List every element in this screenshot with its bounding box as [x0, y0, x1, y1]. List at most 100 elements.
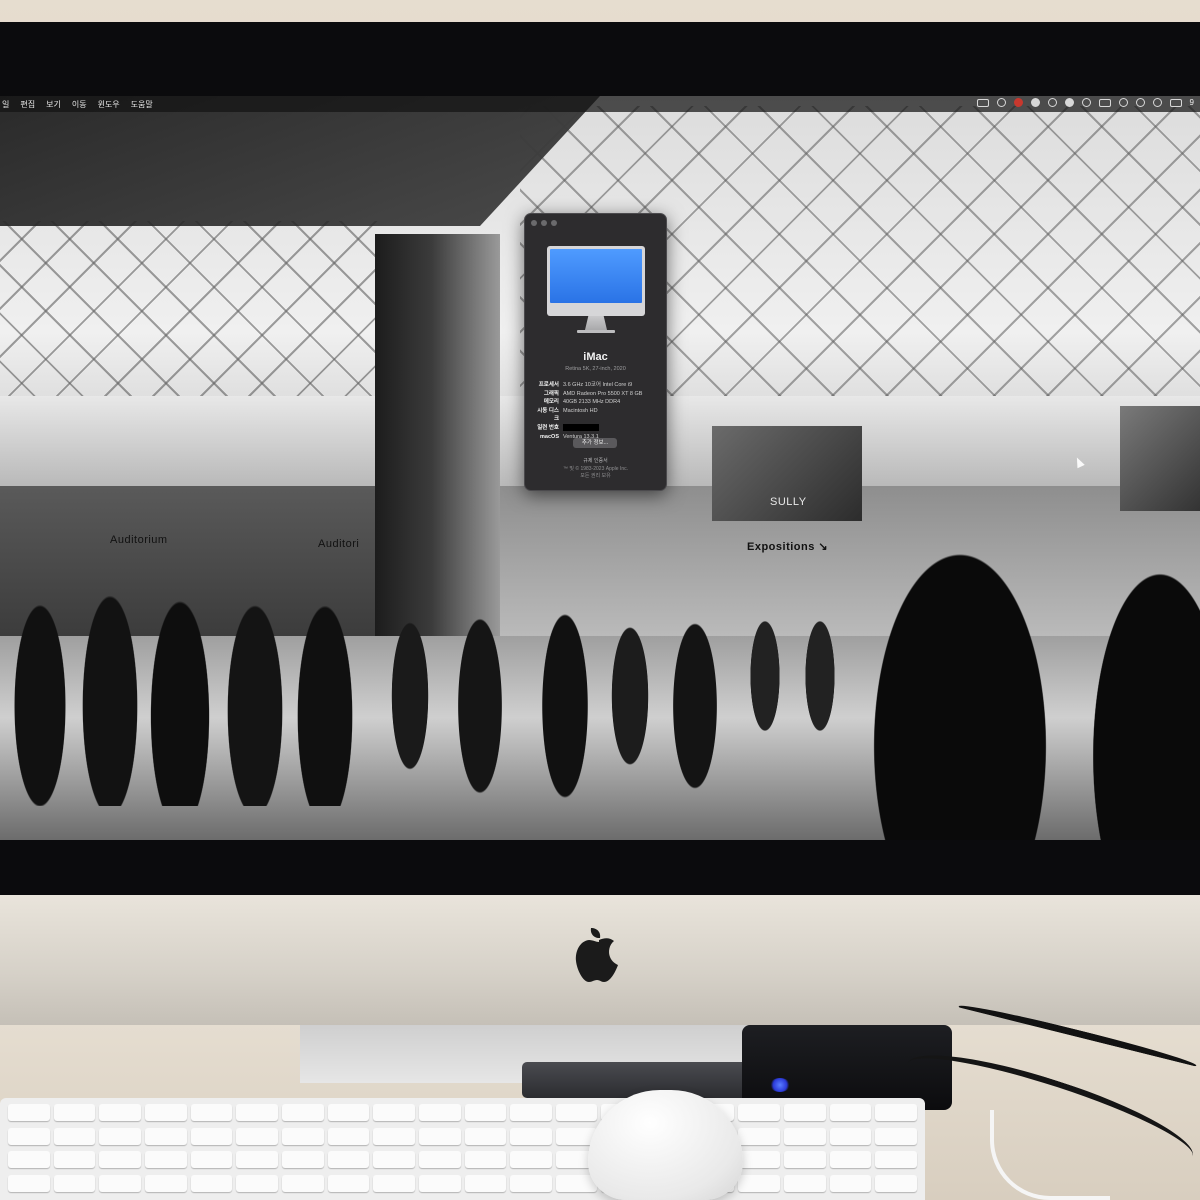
keyboard-key: [99, 1174, 141, 1192]
keyboard-key: [190, 1174, 233, 1192]
keyboard-key: [53, 1104, 96, 1121]
keyboard-key: [510, 1174, 552, 1192]
wallpaper-label-expositions: Expositions ↘: [747, 541, 829, 553]
blue-led-icon: [770, 1078, 790, 1092]
wallpaper-foreground-silhouette: [860, 526, 1200, 840]
wallpaper-statue-banner: [1120, 406, 1200, 511]
imac-icon-stand: [585, 316, 607, 330]
minimize-button[interactable]: [541, 220, 547, 226]
keyboard-key: [464, 1151, 507, 1168]
keyboard-key: [327, 1151, 370, 1168]
window-controls: [531, 220, 557, 226]
search-icon[interactable]: [1152, 98, 1162, 107]
control-center-icon[interactable]: [1169, 98, 1182, 107]
keyboard-key: [327, 1104, 370, 1121]
close-button[interactable]: [531, 220, 537, 226]
keyboard-key: [418, 1151, 461, 1168]
record-icon[interactable]: [976, 98, 989, 107]
imac-icon-foot: [577, 330, 615, 333]
model-name: iMac: [583, 351, 608, 363]
keyboard-key: [144, 1151, 187, 1168]
spec-row-startup-disk: 시동 디스크 Macintosh HD: [533, 407, 663, 424]
copyright-line1: ™ 및 © 1983-2023 Apple Inc.: [563, 466, 628, 472]
keyboard-key: [281, 1174, 324, 1192]
model-subtitle: Retina 5K, 27-inch, 2020: [565, 366, 626, 372]
keyboard-key: [53, 1174, 96, 1192]
keyboard-key: [464, 1104, 507, 1121]
spec-row-memory: 메모리 40GB 2133 MHz DDR4: [533, 398, 663, 407]
keyboard-key: [144, 1127, 187, 1145]
copyright-line2: 모든 권리 보유: [580, 473, 611, 479]
keyboard-key: [738, 1174, 781, 1192]
nav-icon[interactable]: [1047, 98, 1057, 107]
keyboard-key: [99, 1104, 141, 1121]
keyboard-key: [190, 1104, 233, 1121]
status-icons: 9: [976, 98, 1194, 107]
keyboard-key: [784, 1174, 826, 1192]
keyboard-key: [784, 1104, 826, 1121]
circle-icon[interactable]: [996, 98, 1006, 107]
cc-icon[interactable]: [1013, 98, 1023, 107]
keyboard-key: [8, 1151, 50, 1168]
spec-key: 일련 번호: [537, 424, 559, 431]
spec-row-serial: 일련 번호: [533, 424, 663, 433]
menu-bar: 일 편집 보기 이동 윈도우 도움말 9: [0, 96, 1200, 112]
menu-item-view[interactable]: 보기: [46, 99, 61, 110]
keyboard-key: [281, 1151, 324, 1168]
keyboard-key: [829, 1127, 872, 1145]
menu-item-window[interactable]: 윈도우: [98, 99, 120, 110]
spec-key: 시동 디스크: [537, 407, 559, 423]
keyboard-key: [144, 1174, 187, 1192]
keyboard-key: [236, 1174, 278, 1192]
keyboard-key: [190, 1127, 233, 1145]
spec-value: 3.6 GHz 10코어 Intel Core i9: [563, 382, 633, 388]
spec-list: 프로세서 3.6 GHz 10코어 Intel Core i9 그래픽 AMD …: [533, 381, 663, 441]
keyboard-key: [738, 1151, 781, 1168]
bluetooth-icon[interactable]: [1118, 98, 1128, 107]
menu-items: 일 편집 보기 이동 윈도우 도움말: [0, 99, 153, 110]
keyboard-key: [8, 1127, 50, 1145]
keyboard-key: [99, 1151, 141, 1168]
menu-item-go[interactable]: 이동: [72, 99, 87, 110]
wallpaper-label-auditorium-right: Auditori: [318, 538, 360, 550]
keyboard-key: [875, 1151, 917, 1168]
keyboard-key: [327, 1174, 370, 1192]
spec-key: 메모리: [543, 399, 559, 406]
serial-redaction: [563, 424, 599, 432]
spec-key: 그래픽: [543, 390, 559, 397]
imac-icon-screen: [547, 246, 645, 316]
zoom-button[interactable]: [551, 220, 557, 226]
keyboard-key: [144, 1104, 187, 1121]
keyboard-key: [8, 1104, 50, 1121]
keyboard-key: [829, 1151, 872, 1168]
keyboard-key: [8, 1174, 50, 1192]
a-icon[interactable]: [1030, 98, 1040, 107]
keyboard-key: [875, 1104, 917, 1121]
display-icon[interactable]: [1081, 98, 1091, 107]
keyboard-key: [236, 1151, 278, 1168]
sound-icon[interactable]: [1064, 98, 1074, 107]
keyboard-key: [418, 1104, 461, 1121]
imac-icon: [547, 246, 645, 340]
keyboard-key: [373, 1174, 415, 1192]
more-info-button[interactable]: 추가 정보...: [573, 438, 617, 448]
regulatory-certification-link[interactable]: 규제 인증서: [525, 457, 666, 464]
menu-item-file[interactable]: 일: [2, 99, 9, 110]
keyboard-key: [875, 1174, 917, 1192]
wallpaper-pyramid-grid-left: [0, 221, 380, 411]
spec-key: 프로세서: [538, 382, 559, 388]
keyboard-key: [236, 1127, 278, 1145]
spec-value: AMD Radeon Pro 5500 XT 8 GB: [563, 390, 643, 397]
wifi-icon[interactable]: [1135, 98, 1145, 107]
about-this-mac-window[interactable]: iMac Retina 5K, 27-inch, 2020 프로세서 3.6 G…: [524, 213, 667, 491]
battery-icon[interactable]: [1098, 98, 1111, 107]
keyboard-key: [418, 1174, 461, 1192]
spec-value: [563, 424, 663, 433]
keyboard-key: [236, 1104, 278, 1121]
menu-item-help[interactable]: 도움말: [131, 99, 153, 110]
menu-item-edit[interactable]: 편집: [20, 99, 35, 110]
keyboard-key: [190, 1151, 233, 1168]
keyboard-key: [784, 1151, 826, 1168]
keyboard-key: [373, 1127, 415, 1145]
keyboard-key: [53, 1151, 96, 1168]
